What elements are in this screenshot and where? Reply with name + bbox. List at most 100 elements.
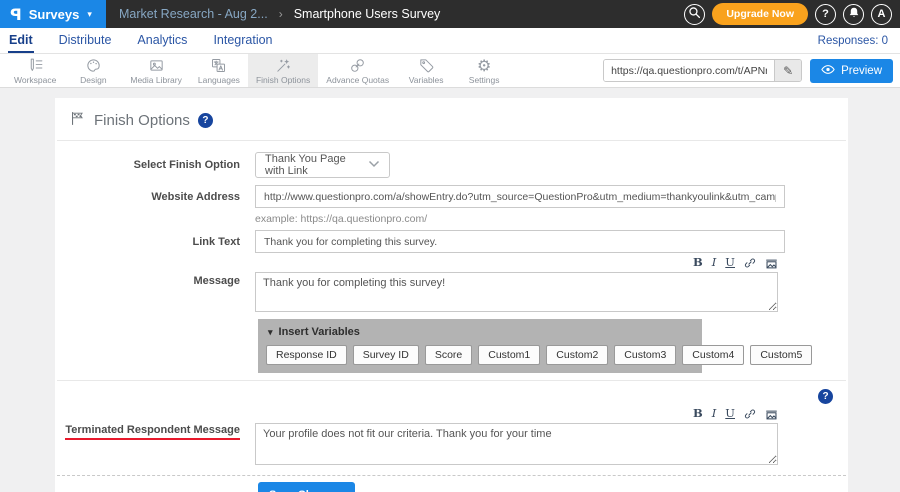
preview-label: Preview [841, 65, 882, 77]
message-label: Message [55, 255, 240, 287]
website-address-field: example: https://qa.questionpro.com/ [255, 185, 785, 225]
toolbar-item-variables[interactable]: Variables [397, 54, 455, 87]
save-row: Save Changes [258, 482, 848, 492]
section-tabs: Edit Distribute Analytics Integration Re… [0, 28, 900, 54]
finish-options-help-icon[interactable]: ? [198, 113, 213, 128]
pencil-icon: ✎ [783, 64, 793, 78]
avatar[interactable]: A [871, 4, 892, 25]
upgrade-now-button[interactable]: Upgrade Now [712, 3, 808, 25]
caret-down-icon: ▾ [268, 327, 273, 338]
variable-custom3-button[interactable]: Custom3 [614, 345, 676, 365]
link-icon[interactable] [744, 257, 756, 269]
toolbar-right: ✎ Preview [603, 54, 900, 87]
insert-variables-toggle[interactable]: ▾ Insert Variables [268, 326, 694, 338]
tab-integration[interactable]: Integration [212, 28, 273, 53]
preview-button[interactable]: Preview [810, 59, 893, 83]
app-root: P Surveys ▾ Market Research - Aug 2... ›… [0, 0, 900, 492]
website-address-label: Website Address [55, 185, 240, 203]
bold-button[interactable]: B [693, 257, 703, 269]
chevron-down-icon: ▾ [87, 9, 92, 20]
finish-options-card: Finish Options ? Select Finish Option Th… [55, 98, 848, 492]
insert-image-icon[interactable] [765, 257, 778, 269]
variable-survey-id-button[interactable]: Survey ID [353, 345, 419, 365]
questionpro-logo: P [10, 5, 22, 24]
toolbar-item-design[interactable]: Design [64, 54, 122, 87]
terminated-message-textarea[interactable]: Your profile does not fit our criteria. … [255, 423, 778, 465]
tab-distribute[interactable]: Distribute [58, 28, 113, 53]
question-mark-icon: ? [822, 8, 829, 20]
toolbar-item-media-library[interactable]: Media Library [122, 54, 190, 87]
link-icon[interactable] [744, 408, 756, 420]
toolbar-item-label: Languages [198, 75, 240, 85]
top-bar: P Surveys ▾ Market Research - Aug 2... ›… [0, 0, 900, 28]
page-background: Finish Options ? Select Finish Option Th… [0, 88, 900, 492]
website-address-input[interactable] [255, 185, 785, 208]
underline-button[interactable]: U [725, 408, 735, 420]
tab-analytics[interactable]: Analytics [136, 28, 188, 53]
italic-button[interactable]: I [712, 257, 717, 269]
terminated-help-icon[interactable]: ? [818, 389, 833, 404]
finish-flag-icon [69, 110, 86, 131]
toolbar-item-label: Media Library [130, 75, 182, 85]
bold-button[interactable]: B [693, 408, 703, 420]
workspace-icon [27, 57, 44, 74]
search-button[interactable] [684, 4, 705, 25]
save-changes-button[interactable]: Save Changes [258, 482, 355, 492]
variable-custom1-button[interactable]: Custom1 [478, 345, 540, 365]
chevron-down-icon [368, 159, 380, 171]
save-divider [57, 475, 846, 476]
survey-url-box: ✎ [603, 59, 802, 82]
insert-variables-panel: ▾ Insert Variables Response ID Survey ID… [258, 319, 702, 373]
variable-score-button[interactable]: Score [425, 345, 472, 365]
link-text-input[interactable] [255, 230, 785, 253]
edit-url-button[interactable]: ✎ [774, 60, 801, 81]
variable-custom4-button[interactable]: Custom4 [682, 345, 744, 365]
chain-link-icon [349, 57, 366, 74]
product-name: Surveys [29, 7, 80, 22]
page-title: Finish Options [94, 112, 190, 129]
help-button[interactable]: ? [815, 4, 836, 25]
breadcrumb: Market Research - Aug 2... › Smartphone … [119, 0, 440, 28]
survey-url-input[interactable] [604, 60, 774, 81]
edit-toolbar: Workspace Design Media Library Languages… [0, 54, 900, 88]
toolbar-item-label: Settings [469, 75, 500, 85]
variable-custom5-button[interactable]: Custom5 [750, 345, 812, 365]
avatar-letter: A [878, 8, 886, 20]
terminated-editor-toolbar: B I U [255, 406, 778, 421]
italic-button[interactable]: I [712, 408, 717, 420]
toolbar-item-label: Advance Quotas [326, 75, 389, 85]
finish-options-form: Select Finish Option Thank You Page with… [55, 141, 848, 492]
bell-icon [848, 6, 860, 22]
responses-count[interactable]: Responses: 0 [818, 35, 888, 47]
terminated-help-row: ? [55, 381, 848, 406]
insert-image-icon[interactable] [765, 408, 778, 420]
underline-button[interactable]: U [725, 257, 735, 269]
variable-response-id-button[interactable]: Response ID [266, 345, 347, 365]
tab-edit[interactable]: Edit [8, 28, 34, 53]
toolbar-item-settings[interactable]: ⚙ Settings [455, 54, 513, 87]
toolbar-item-finish-options[interactable]: Finish Options [248, 54, 318, 87]
toolbar-item-label: Design [80, 75, 106, 85]
message-textarea[interactable]: Thank you for completing this survey! [255, 272, 778, 312]
surveys-product-menu[interactable]: P Surveys ▾ [0, 0, 106, 28]
terminated-message-field: B I U Your profile does not fit our crit… [255, 406, 778, 470]
variable-custom2-button[interactable]: Custom2 [546, 345, 608, 365]
toolbar-item-languages[interactable]: Languages [190, 54, 248, 87]
toolbar-item-label: Finish Options [256, 75, 310, 85]
toolbar-item-workspace[interactable]: Workspace [6, 54, 64, 87]
search-icon [688, 6, 701, 22]
image-icon [148, 57, 165, 74]
finish-option-select[interactable]: Thank You Page with Link [255, 152, 390, 178]
breadcrumb-parent[interactable]: Market Research - Aug 2... [119, 7, 268, 21]
tag-icon [418, 57, 435, 74]
palette-icon [85, 57, 102, 74]
toolbar-item-advance-quotas[interactable]: Advance Quotas [318, 54, 397, 87]
notifications-button[interactable] [843, 4, 864, 25]
translate-icon [210, 57, 227, 74]
toolbar-item-label: Variables [409, 75, 444, 85]
variable-buttons: Response ID Survey ID Score Custom1 Cust… [266, 345, 694, 365]
breadcrumb-separator: › [279, 7, 283, 21]
magic-wand-icon [275, 57, 292, 74]
website-address-example: example: https://qa.questionpro.com/ [255, 213, 785, 225]
message-field: B I U Thank you for completing this surv… [255, 255, 778, 317]
